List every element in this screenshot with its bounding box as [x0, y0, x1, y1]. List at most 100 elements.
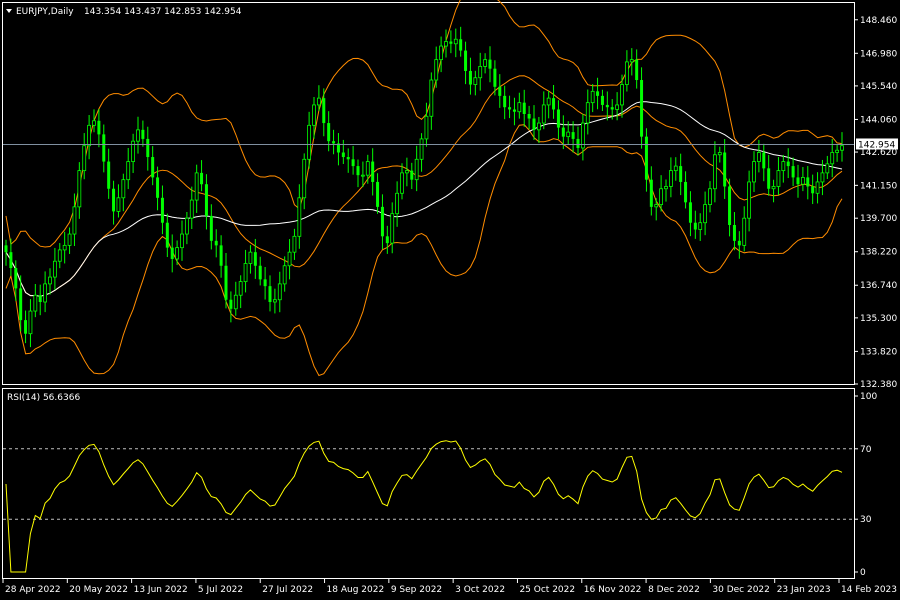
candle-body-bull [189, 199, 194, 219]
candle-body-bull [708, 188, 712, 205]
candle-body-bear [512, 109, 516, 112]
candle-body-bull [62, 244, 67, 251]
candle-body-bear [732, 224, 736, 241]
candle-body-bull [121, 179, 126, 199]
candle-body-bear [508, 107, 512, 110]
candle-body-bull [800, 177, 805, 185]
candle-body-bull [82, 145, 87, 172]
candle-body-bull [620, 84, 624, 106]
candle-body-bull [312, 104, 316, 126]
price-pane-frame [2, 2, 855, 385]
candle-body-bear [410, 170, 414, 180]
price-tick-label: 135.300 [860, 314, 897, 324]
candle-body-bear [459, 39, 463, 51]
candle-body-bear [693, 222, 697, 230]
candle-body-bull [390, 213, 395, 244]
candle-body-bear [19, 288, 23, 321]
candle-body-bear [380, 206, 384, 237]
ma-line [5, 101, 843, 297]
candle-body-bear [786, 161, 790, 167]
candle-body-bull [566, 131, 571, 138]
candle-body-bear [258, 265, 262, 280]
candle-body-bear [14, 268, 18, 289]
candle-body-bear [762, 152, 766, 169]
candle-body-bear [371, 161, 375, 182]
candle-body-bull [659, 188, 664, 205]
date-tick-label: 28 Apr 2022 [5, 585, 61, 595]
candle-body-bull [238, 281, 243, 296]
price-axis: 148.460146.980145.540144.060142.620141.1… [854, 16, 897, 390]
candle-body-bull [771, 186, 776, 190]
candle-body-bear [679, 166, 683, 182]
candle-body-bear [376, 181, 380, 207]
trading-chart[interactable]: 148.460146.980145.540144.060142.620141.1… [0, 0, 900, 600]
candle-body-bear [327, 123, 331, 142]
candle-body-bull [585, 102, 590, 124]
candle-body-bear [24, 320, 28, 334]
candle-body-bull [400, 172, 404, 194]
candle-body-bear [640, 80, 644, 137]
candle-body-bull [835, 149, 840, 153]
candle-body-bull [233, 294, 238, 310]
candle-body-bull [57, 249, 62, 262]
candle-body-bull [429, 79, 434, 117]
candle-body-bear [346, 157, 350, 160]
candle-body-bull [92, 120, 96, 126]
candle-body-bull [742, 217, 747, 246]
candle-body-bear [493, 68, 497, 87]
candle-body-bull [302, 158, 307, 199]
candle-body-bull [478, 66, 483, 79]
candle-body-bear [229, 299, 233, 309]
candle-body-bear [385, 236, 389, 244]
symbol-dropdown-icon[interactable] [6, 9, 12, 13]
candle-body-bull [629, 59, 634, 63]
candle-body-bull [546, 97, 551, 106]
candle-body-bull [248, 251, 253, 264]
candle-body-bear [263, 279, 267, 287]
rsi-label: RSI(14) 56.6366 [7, 393, 80, 403]
candle-body-bear [97, 120, 101, 135]
candle-body-bear [728, 186, 732, 225]
candle-body-bear [644, 136, 648, 180]
candle-body-bear [141, 129, 145, 139]
candle-body-bull [536, 122, 541, 131]
date-tick-label: 25 Oct 2022 [519, 585, 575, 595]
candle-body-bear [160, 197, 164, 223]
candle-body-bear [170, 247, 174, 259]
candle-body-bull [126, 161, 131, 181]
candle-body-bear [596, 91, 600, 96]
candle-body-bull [272, 299, 277, 303]
candle-body-bull [615, 104, 620, 110]
candle-body-bull [840, 145, 844, 151]
price-tick-label: 148.460 [860, 16, 897, 26]
candle-body-bear [571, 132, 575, 139]
candle-body-bear [811, 186, 815, 194]
candle-body-bull [72, 206, 77, 235]
candle-body-bull [33, 294, 38, 312]
candle-body-bear [146, 138, 150, 158]
candle-body-bull [404, 170, 409, 174]
price-tick-label: 133.820 [860, 347, 897, 357]
candle-body-bear [356, 166, 360, 176]
rsi-pane-frame [2, 388, 855, 579]
candle-body-bear [723, 152, 727, 187]
candle-body-bull [136, 129, 140, 142]
candle-body-bull [77, 170, 82, 208]
candle-body-bull [815, 181, 820, 194]
candle-body-bear [561, 127, 565, 137]
price-tick-label: 132.380 [860, 380, 897, 390]
date-tick-label: 20 May 2022 [69, 585, 128, 595]
candle-body-bull [180, 233, 184, 249]
candle-body-bear [102, 134, 106, 162]
candle-body-bear [488, 59, 492, 69]
candle-body-bear [503, 95, 507, 108]
candle-body-bull [698, 222, 703, 230]
candle-body-bear [610, 107, 614, 110]
candle-body-bull [439, 45, 444, 61]
candle-body-bull [517, 102, 522, 113]
rsi-series [3, 440, 854, 573]
candle-body-bull [419, 138, 424, 160]
price-tick-label: 141.150 [860, 181, 897, 191]
date-tick-label: 30 Dec 2022 [712, 585, 770, 595]
candle-body-bear [737, 240, 741, 246]
